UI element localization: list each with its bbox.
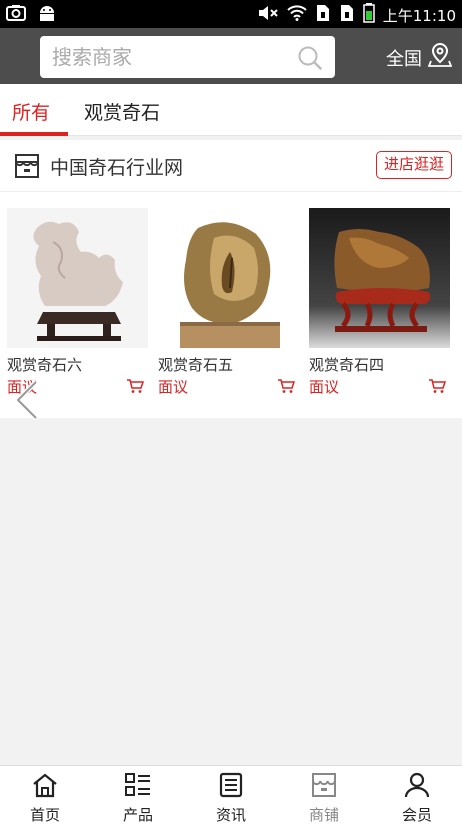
home-icon	[0, 772, 90, 802]
product-image-stone-brown[interactable]	[309, 208, 450, 348]
product-card[interactable]: 观赏奇石四 面议	[309, 208, 450, 398]
shop-name[interactable]: 中国奇石行业网	[50, 153, 183, 180]
nav-home-label: 首页	[29, 806, 60, 824]
user-icon	[372, 772, 462, 802]
shop-icon	[279, 772, 369, 802]
nav-shops-label: 商铺	[308, 806, 339, 824]
product-name[interactable]: 观赏奇石五	[158, 354, 233, 375]
cart-icon[interactable]	[126, 378, 145, 398]
nav-products-label: 产品	[122, 806, 153, 824]
status-bar: 上午11:10	[0, 0, 462, 28]
tab-all[interactable]: 所有	[12, 98, 50, 125]
category-tabs: 所有 观赏奇石	[0, 84, 462, 136]
back-arrow-icon[interactable]	[12, 378, 42, 426]
product-grid: 观赏奇石六 面议 观赏奇石五 面议 观赏奇石四 面议	[0, 208, 462, 408]
shop-header: 中国奇石行业网 进店逛逛	[0, 140, 462, 192]
nav-products[interactable]: 产品	[93, 772, 183, 825]
search-icon[interactable]	[297, 45, 323, 75]
nav-news-label: 资讯	[215, 806, 246, 824]
header-bar: 全国	[0, 28, 462, 84]
search-input[interactable]	[52, 42, 282, 72]
cart-icon[interactable]	[277, 378, 296, 398]
wifi-icon	[287, 5, 307, 25]
nav-shops[interactable]: 商铺	[279, 772, 369, 825]
product-image-stone-amber[interactable]	[158, 208, 299, 348]
mute-icon	[257, 4, 279, 26]
product-price: 面议	[309, 378, 340, 396]
android-icon	[38, 4, 56, 26]
storefront-icon	[14, 153, 40, 183]
nav-news[interactable]: 资讯	[186, 772, 276, 825]
product-price: 面议	[158, 378, 189, 396]
region-selector[interactable]: 全国	[386, 42, 453, 73]
camera-icon	[6, 4, 26, 26]
nav-member[interactable]: 会员	[372, 772, 462, 825]
status-time: 上午11:10	[382, 6, 456, 25]
search-box[interactable]	[40, 36, 335, 78]
list-icon	[93, 772, 183, 802]
product-card[interactable]: 观赏奇石六 面议	[7, 208, 148, 398]
region-label: 全国	[386, 48, 422, 70]
product-name[interactable]: 观赏奇石六	[7, 354, 82, 375]
location-pin-icon	[427, 42, 453, 73]
bottom-navigation: 首页 产品 资讯 商铺 会员	[0, 765, 462, 831]
tab-ornamental-stones[interactable]: 观赏奇石	[84, 98, 160, 125]
cart-icon[interactable]	[428, 378, 447, 398]
product-card[interactable]: 观赏奇石五 面议	[158, 208, 299, 398]
news-icon	[186, 772, 276, 802]
product-image-stone-white[interactable]	[7, 208, 148, 348]
visit-shop-button[interactable]: 进店逛逛	[375, 151, 452, 179]
nav-home[interactable]: 首页	[0, 772, 90, 825]
battery-icon	[363, 3, 375, 27]
shop-card: 中国奇石行业网 进店逛逛 观赏奇石六 面议 观赏奇石五 面议 观赏奇石四 面议	[0, 140, 462, 418]
product-name[interactable]: 观赏奇石四	[309, 354, 384, 375]
nav-member-label: 会员	[401, 806, 432, 824]
active-tab-indicator	[0, 132, 68, 136]
sim1-icon	[315, 4, 331, 26]
sim2-icon	[339, 4, 355, 26]
